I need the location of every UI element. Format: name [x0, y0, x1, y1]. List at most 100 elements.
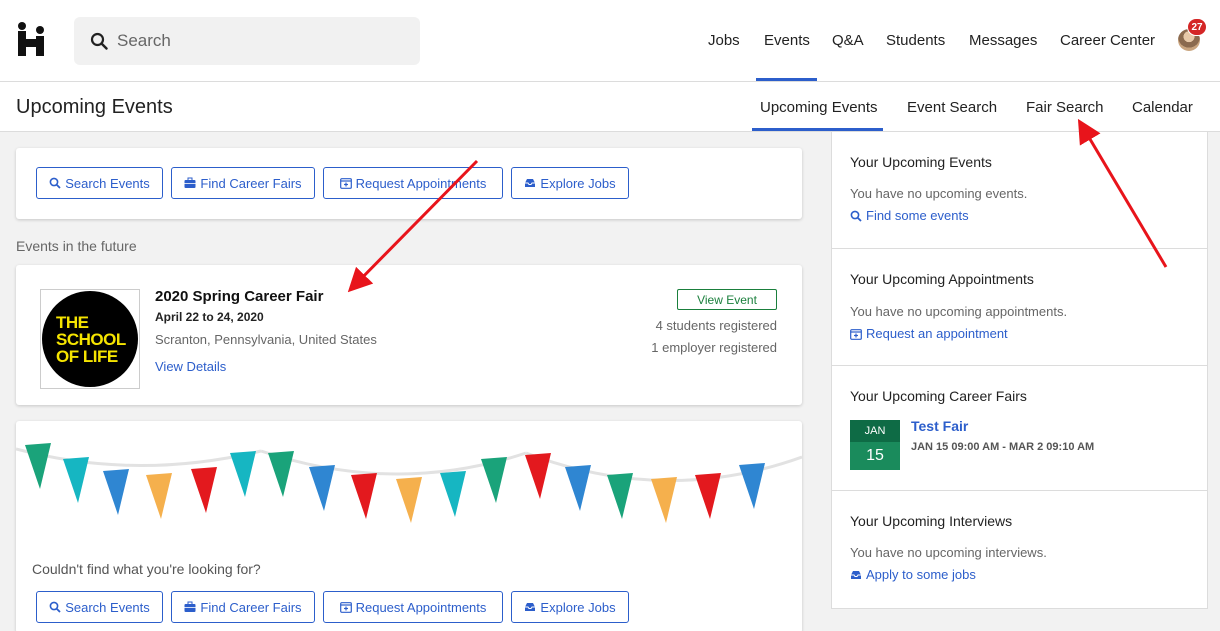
explore-jobs-button[interactable]: Explore Jobs: [511, 167, 629, 199]
bunting-flag: [268, 451, 294, 497]
not-found-card: Couldn't find what you're looking for? S…: [16, 421, 802, 631]
search-input[interactable]: [117, 31, 397, 51]
section-title: Your Upcoming Career Fairs: [850, 388, 1027, 404]
tab-calendar[interactable]: Calendar: [1132, 99, 1193, 116]
inbox-icon: [851, 570, 861, 579]
fair-day: 15: [850, 442, 900, 470]
search-icon: [850, 210, 862, 222]
link-label: Request an appointment: [866, 326, 1008, 341]
bunting-flag: [565, 465, 591, 511]
button-label: Search Events: [65, 175, 150, 191]
search-icon: [49, 177, 61, 189]
students-registered: 4 students registered: [655, 318, 777, 333]
tab-active-indicator: [752, 128, 883, 131]
section-label: Events in the future: [16, 238, 137, 254]
sidebar: Your Upcoming Events You have no upcomin…: [831, 132, 1208, 609]
handshake-logo-icon[interactable]: [16, 22, 48, 56]
event-title[interactable]: 2020 Spring Career Fair: [155, 288, 323, 305]
logo-line: SCHOOL: [56, 329, 126, 349]
logo-line: THE: [56, 312, 89, 332]
nav-jobs[interactable]: Jobs: [708, 32, 740, 49]
empty-message: You have no upcoming appointments.: [850, 304, 1068, 319]
bunting-flag: [63, 457, 89, 503]
section-title: Your Upcoming Appointments: [850, 271, 1034, 287]
view-details-link[interactable]: View Details: [155, 359, 226, 374]
fair-date-badge: JAN 15: [850, 420, 900, 470]
upcoming-appointments-section: Your Upcoming Appointments You have no u…: [832, 249, 1207, 366]
briefcase-icon: [184, 601, 196, 612]
bunting-flag: [651, 477, 677, 523]
bunting-flag: [396, 477, 422, 523]
bunting-flag: [739, 463, 765, 509]
explore-jobs-button[interactable]: Explore Jobs: [511, 591, 629, 623]
bunting-flag: [695, 473, 721, 519]
tab-fair-search[interactable]: Fair Search: [1026, 99, 1104, 116]
view-event-button[interactable]: View Event: [677, 289, 777, 310]
event-logo[interactable]: THE SCHOOL OF LIFE: [40, 289, 140, 389]
school-of-life-logo: THE SCHOOL OF LIFE: [42, 291, 138, 387]
nav-messages[interactable]: Messages: [969, 32, 1037, 49]
bunting-flag: [481, 457, 507, 503]
section-title: Your Upcoming Interviews: [850, 513, 1013, 529]
nav-events[interactable]: Events: [764, 32, 810, 49]
bunting-flag: [351, 473, 377, 519]
search-events-button[interactable]: Search Events: [36, 591, 163, 623]
empty-message: You have no upcoming interviews.: [850, 545, 1047, 560]
nav-active-indicator: [756, 78, 817, 81]
search-box[interactable]: [74, 17, 420, 65]
sub-header: Upcoming Events Upcoming Events Event Se…: [0, 82, 1220, 132]
calendar-plus-icon: [339, 178, 352, 189]
fair-date-range: JAN 15 09:00 AM - MAR 2 09:10 AM: [911, 441, 1095, 453]
search-events-button[interactable]: Search Events: [36, 167, 163, 199]
request-appointments-button[interactable]: Request Appointments: [323, 591, 503, 623]
inbox-icon: [525, 603, 536, 611]
link-label: Apply to some jobs: [866, 567, 976, 582]
button-label: Request Appointments: [355, 599, 487, 615]
bunting-flag: [103, 469, 129, 515]
find-career-fairs-button[interactable]: Find Career Fairs: [171, 591, 315, 623]
find-career-fairs-button[interactable]: Find Career Fairs: [171, 167, 315, 199]
briefcase-icon: [184, 177, 196, 188]
button-label: Find Career Fairs: [200, 599, 302, 615]
request-appointments-button[interactable]: Request Appointments: [323, 167, 503, 199]
bunting-flag: [25, 443, 51, 489]
search-icon: [49, 601, 61, 613]
button-label: Search Events: [65, 599, 150, 615]
find-events-link[interactable]: Find some events: [850, 208, 969, 223]
bunting-flag: [525, 453, 551, 499]
button-label: Find Career Fairs: [200, 175, 302, 191]
button-label: Explore Jobs: [540, 599, 616, 615]
bunting-string: [16, 447, 262, 467]
bunting-flag: [191, 467, 217, 513]
nav-students[interactable]: Students: [886, 32, 945, 49]
upcoming-events-section: Your Upcoming Events You have no upcomin…: [832, 132, 1207, 249]
upcoming-interviews-section: Your Upcoming Interviews You have no upc…: [832, 491, 1207, 609]
quick-actions-card: Search Events Find Career Fairs Request …: [16, 148, 802, 219]
page-title: Upcoming Events: [16, 96, 173, 118]
calendar-plus-icon: [850, 328, 862, 340]
button-label: Explore Jobs: [540, 175, 616, 191]
apply-jobs-link[interactable]: Apply to some jobs: [850, 567, 976, 582]
fair-name-link[interactable]: Test Fair: [911, 418, 968, 434]
notification-badge: 27: [1187, 18, 1207, 36]
bunting-flag: [309, 465, 335, 511]
section-title: Your Upcoming Events: [850, 154, 992, 170]
button-label: Request Appointments: [355, 175, 487, 191]
logo-line: OF LIFE: [56, 346, 118, 366]
nav-qa[interactable]: Q&A: [832, 32, 864, 49]
event-location: Scranton, Pennsylvania, United States: [155, 332, 377, 347]
fair-month: JAN: [850, 420, 900, 442]
bunting-flag: [440, 471, 466, 517]
nav-career-center[interactable]: Career Center: [1060, 32, 1155, 49]
empty-message: You have no upcoming events.: [850, 186, 1028, 201]
not-found-prompt: Couldn't find what you're looking for?: [32, 561, 261, 577]
calendar-plus-icon: [339, 602, 352, 613]
tab-upcoming-events[interactable]: Upcoming Events: [760, 99, 878, 116]
link-label: Find some events: [866, 208, 969, 223]
event-date: April 22 to 24, 2020: [155, 310, 264, 324]
request-appointment-link[interactable]: Request an appointment: [850, 326, 1008, 341]
top-navbar: Jobs Events Q&A Students Messages Career…: [0, 0, 1220, 82]
tab-event-search[interactable]: Event Search: [907, 99, 997, 116]
search-icon: [90, 32, 108, 50]
employers-registered: 1 employer registered: [651, 340, 777, 355]
